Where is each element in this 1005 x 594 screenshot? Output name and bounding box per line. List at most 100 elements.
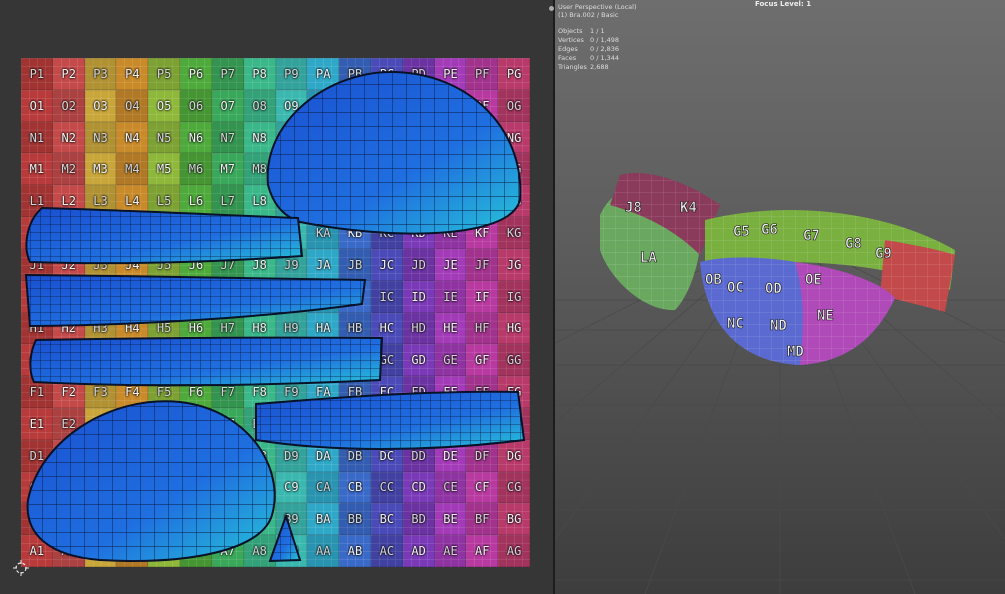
uv-tile-label: M7 xyxy=(220,162,235,177)
uv-tile: B6 xyxy=(180,503,212,536)
uv-tile-label: K1 xyxy=(29,225,45,240)
uv-tile: B7 xyxy=(211,503,244,536)
area-corner-handle[interactable] xyxy=(549,6,554,11)
uv-tile: FD xyxy=(402,376,435,408)
uv-tile: M9 xyxy=(275,153,308,186)
uv-tile: CD xyxy=(402,471,435,504)
uv-tile: G3 xyxy=(84,344,117,377)
uv-tile: I7 xyxy=(211,280,244,313)
uv-tile-label: O3 xyxy=(93,98,108,113)
uv-tile-label: G1 xyxy=(29,353,45,368)
uv-tile-label: HE xyxy=(443,321,458,336)
uv-tile: KG xyxy=(498,217,530,249)
svg-text:G7: G7 xyxy=(803,228,820,244)
uv-tile: O2 xyxy=(52,89,85,122)
uv-tile-label: BE xyxy=(443,512,458,527)
uv-tile-label: H9 xyxy=(284,321,299,336)
uv-tile: L1 xyxy=(21,185,53,218)
uv-tile: KF xyxy=(466,217,499,249)
viewport-header-info: User Perspective (Local) (1) Bra.002 / B… xyxy=(558,3,637,19)
uv-tile: P2 xyxy=(52,58,85,90)
svg-text:G9: G9 xyxy=(875,246,892,262)
uv-tile-label: EG xyxy=(506,416,522,431)
uv-tile-label: BB xyxy=(347,512,363,527)
uv-tile-label: F6 xyxy=(188,385,204,400)
uv-tile: N2 xyxy=(52,121,85,154)
uv-tile: E5 xyxy=(148,407,181,440)
active-object-label: (1) Bra.002 / Basic xyxy=(558,11,619,19)
uv-tile: EB xyxy=(339,407,371,440)
uv-tile: PF xyxy=(466,58,499,90)
uv-tile-label: NC xyxy=(379,130,395,145)
uv-tile-label: OC xyxy=(379,98,395,113)
uv-tile-label: GC xyxy=(379,353,395,368)
uv-tile: PC xyxy=(370,58,403,90)
bra-3d-model[interactable]: G5 G6 G7 G8 G9 OB OC OD OE NC ND NE MD J… xyxy=(555,0,1005,594)
uv-tile-label: MF xyxy=(475,162,490,177)
uv-tile: HB xyxy=(339,312,371,345)
uv-tile: M2 xyxy=(52,153,85,186)
svg-text:LA: LA xyxy=(640,250,657,266)
uv-tile: AD xyxy=(402,535,435,567)
uv-tile-label: KE xyxy=(443,225,458,240)
uv-tile-label: L4 xyxy=(125,194,140,209)
uv-tile: A9 xyxy=(275,535,308,567)
uv-tile-label: DC xyxy=(379,448,395,463)
uv-tile: BC xyxy=(370,503,403,536)
uv-tile-label: PG xyxy=(506,66,522,81)
uv-tile-label: GE xyxy=(443,353,458,368)
uv-tile: ND xyxy=(402,121,435,154)
uv-tile-label: N1 xyxy=(29,130,45,145)
uv-tile-label: A2 xyxy=(61,544,76,559)
uv-tile-label: HA xyxy=(315,321,331,336)
uv-tile-label: H8 xyxy=(252,321,267,336)
uv-tile: DA xyxy=(307,439,340,472)
uv-tile: M7 xyxy=(211,153,244,186)
uv-tile-label: P2 xyxy=(61,66,76,81)
uv-tile-label: K8 xyxy=(252,225,267,240)
uv-tile-label: A3 xyxy=(93,544,108,559)
uv-tile-label: ND xyxy=(411,130,426,145)
uv-tile-label: G9 xyxy=(284,353,299,368)
uv-tile: A3 xyxy=(84,535,117,567)
uv-tile: E1 xyxy=(21,407,53,440)
uv-tile-label: EF xyxy=(475,416,490,431)
uv-tile: M6 xyxy=(180,153,212,186)
stat-edges: Edges 0 / 2,836 xyxy=(558,45,620,53)
uv-tile-label: HF xyxy=(475,321,490,336)
uv-tile: AB xyxy=(339,535,371,567)
3d-viewport-panel[interactable]: G5 G6 G7 G8 G9 OB OC OD OE NC ND NE MD J… xyxy=(555,0,1005,594)
uv-tile: O3 xyxy=(84,89,117,122)
2d-cursor-icon[interactable] xyxy=(13,560,29,576)
uv-tile: D3 xyxy=(84,439,117,472)
uv-editor-panel[interactable]: P1 P2 P3 P4 P5 P6 P7 P8 P9 PA PB PC PD PE PF PG O1 O2 O3 O4… xyxy=(0,0,553,594)
uv-tile-label: KC xyxy=(379,225,395,240)
uv-tile-label: O4 xyxy=(125,98,140,113)
uv-tile-label: MA xyxy=(315,162,331,177)
uv-tile-label: BA xyxy=(315,512,331,527)
uv-tile: JA xyxy=(307,248,340,281)
uv-tile-label: J3 xyxy=(93,257,108,272)
uv-tile-label: I7 xyxy=(220,289,235,304)
uv-tile: B3 xyxy=(84,503,117,536)
uv-tile: A2 xyxy=(52,535,85,567)
uv-tile: JD xyxy=(402,248,435,281)
uv-checker-texture[interactable]: P1 P2 P3 P4 P5 P6 P7 P8 P9 PA PB PC PD PE PF PG O1 O2 O3 O4… xyxy=(21,58,530,567)
uv-tile-label: B1 xyxy=(29,512,45,527)
stat-triangles: Triangles 2,688 xyxy=(558,63,609,71)
uv-tile-label: J1 xyxy=(29,257,45,272)
uv-tile: C1 xyxy=(21,471,53,504)
uv-tile: G9 xyxy=(275,344,308,377)
uv-tile-label: NG xyxy=(506,130,522,145)
uv-tile-label: JC xyxy=(379,257,395,272)
uv-tile-label: H1 xyxy=(29,321,45,336)
uv-tile: LE xyxy=(434,185,467,218)
uv-tile-label: GF xyxy=(475,353,490,368)
uv-tile: OE xyxy=(434,89,467,122)
uv-tile: MD xyxy=(402,153,435,186)
uv-tile: GE xyxy=(434,344,467,377)
uv-tile-label: IB xyxy=(347,289,363,304)
stat-faces: Faces 0 / 1,344 xyxy=(558,54,620,62)
uv-tile: N8 xyxy=(243,121,276,154)
uv-tile-label: AG xyxy=(506,544,522,559)
